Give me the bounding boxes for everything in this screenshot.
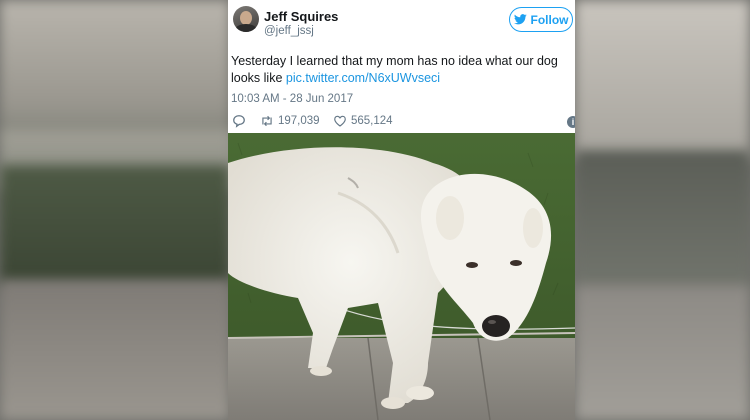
bird-icon — [513, 14, 527, 25]
retweet-icon — [262, 115, 272, 127]
info-label: i — [567, 116, 575, 128]
tweet-card: Jeff Squires @jeff_jssj Follow Yesterday… — [228, 0, 575, 420]
tweet-actions: 197,039 565,124 i — [231, 114, 575, 132]
author-handle[interactable]: @jeff_jssj — [264, 25, 314, 37]
reply-icon — [233, 115, 245, 128]
avatar[interactable] — [233, 6, 259, 32]
author-name[interactable]: Jeff Squires — [264, 9, 338, 24]
follow-button[interactable]: Follow — [509, 7, 573, 32]
tweet-photo[interactable] — [228, 133, 575, 420]
dog-photo-image — [228, 133, 575, 420]
tweet-timestamp[interactable]: 10:03 AM - 28 Jun 2017 — [231, 93, 353, 105]
tweet-header: Jeff Squires @jeff_jssj Follow — [228, 0, 575, 46]
tweet-media-link[interactable]: pic.twitter.com/N6xUWvseci — [286, 71, 440, 85]
like-count: 565,124 — [351, 115, 393, 127]
retweet-button[interactable]: 197,039 — [260, 114, 320, 128]
heart-icon — [334, 115, 346, 127]
follow-label: Follow — [530, 12, 569, 27]
tweet-text: Yesterday I learned that my mom has no i… — [231, 53, 567, 87]
reply-button[interactable] — [232, 114, 246, 128]
like-button[interactable]: 565,124 — [333, 114, 393, 128]
info-icon[interactable]: i — [567, 116, 575, 128]
retweet-count: 197,039 — [278, 115, 320, 127]
